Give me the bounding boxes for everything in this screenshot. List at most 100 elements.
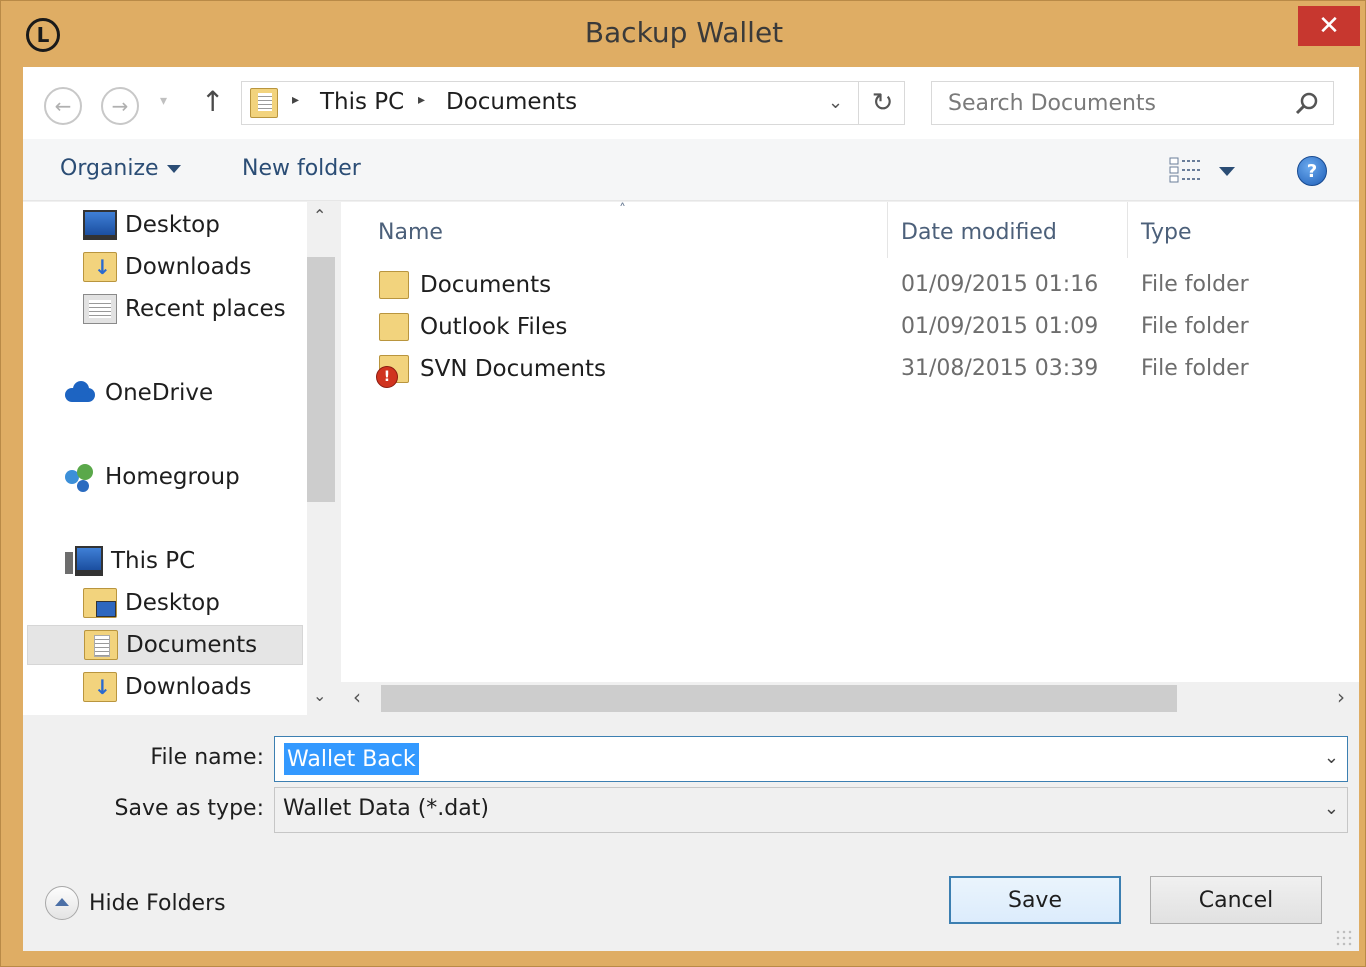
file-name-combobox[interactable]: Wallet Back ⌄ [274,736,1348,782]
sidebar-item-label: Downloads [125,674,252,700]
cancel-button[interactable]: Cancel [1150,876,1322,924]
scroll-up-icon[interactable]: ⌃ [313,206,326,225]
caret-down-icon [166,165,181,173]
file-type: File folder [1141,314,1249,339]
sidebar-item-onedrive[interactable]: OneDrive [63,373,213,413]
file-name: Outlook Files [420,314,568,340]
documents-folder-icon [84,630,118,660]
sidebar-item-this-pc[interactable]: This PC [63,541,195,581]
file-row[interactable]: Documents 01/09/2015 01:16 File folder [341,266,1359,306]
hide-folders-button[interactable]: Hide Folders [45,886,226,920]
desktop-icon [83,210,117,240]
sidebar-item-desktop[interactable]: Desktop [83,205,220,245]
command-toolbar: Organize New folder ? [23,139,1359,201]
sidebar-item-homegroup[interactable]: Homegroup [63,457,240,497]
navigation-pane-scrollbar[interactable]: ⌃ ⌄ [307,202,335,715]
homegroup-icon [63,462,97,492]
sidebar-item-label: Homegroup [105,464,240,490]
sidebar-item-label: OneDrive [105,380,214,406]
sidebar-item-label: This PC [111,548,196,574]
up-button[interactable]: ↑ [201,85,224,118]
save-as-type-select[interactable]: Wallet Data (*.dat) ⌄ [274,787,1348,833]
scroll-down-icon[interactable]: ⌄ [313,686,326,705]
sidebar-item-documents[interactable]: Documents [27,625,303,665]
close-button[interactable]: ✕ [1298,6,1360,46]
breadcrumb-documents[interactable]: Documents [446,89,577,115]
folder-icon [379,271,409,299]
sidebar-item-recent-places[interactable]: Recent places [83,289,286,329]
file-name-input[interactable]: Wallet Back [284,743,419,775]
file-type: File folder [1141,272,1249,297]
organize-menu[interactable]: Organize [60,156,181,181]
new-folder-button[interactable]: New folder [242,156,361,181]
breadcrumb-separator-icon[interactable]: ▸ [292,92,299,108]
view-options-icon[interactable] [1169,157,1203,183]
downloads-folder-icon [83,672,117,702]
file-list-horizontal-scrollbar[interactable]: ‹ › [341,682,1359,715]
refresh-button[interactable]: ↻ [858,82,906,124]
folder-icon [379,313,409,341]
desktop-folder-icon [83,588,117,618]
sidebar-item-label: Documents [126,632,258,658]
breadcrumb-this-pc[interactable]: This PC [320,89,404,115]
column-header-name[interactable]: Name [378,212,443,252]
file-date: 31/08/2015 03:39 [901,356,1099,381]
sidebar-item-label: Desktop [125,212,220,238]
sidebar-item-desktop-pc[interactable]: Desktop [83,583,220,623]
file-row[interactable]: SVN Documents 31/08/2015 03:39 File fold… [341,350,1359,390]
sidebar-item-downloads-pc[interactable]: Downloads [83,667,251,707]
column-divider[interactable] [1127,202,1128,258]
file-name: Documents [420,272,552,298]
search-input[interactable] [932,82,1282,124]
file-date: 01/09/2015 01:16 [901,272,1099,297]
downloads-folder-icon [83,252,117,282]
column-header-date-modified[interactable]: Date modified [901,212,1057,252]
save-as-type-value: Wallet Data (*.dat) [283,796,489,821]
title-bar[interactable]: L Backup Wallet ✕ [1,1,1366,67]
onedrive-icon [63,378,97,408]
file-row[interactable]: Outlook Files 01/09/2015 01:09 File fold… [341,308,1359,348]
address-dropdown-icon[interactable]: ⌄ [828,92,843,113]
search-icon[interactable] [1294,90,1320,116]
organize-label: Organize [60,156,159,181]
file-list: ˄ Name Date modified Type Documents 01/0… [341,202,1359,715]
search-box [931,81,1334,125]
navigation-pane: Desktop Downloads Recent places OneDrive… [23,202,335,715]
address-bar[interactable]: ▸ This PC ▸ Documents ⌄ ↻ [241,81,905,125]
file-name-label: File name: [150,745,264,770]
breadcrumb-separator-icon[interactable]: ▸ [418,92,425,108]
chevron-down-icon[interactable]: ⌄ [1324,747,1339,768]
sidebar-item-label: Downloads [125,254,252,280]
scroll-left-icon[interactable]: ‹ [353,685,361,709]
file-name: SVN Documents [420,356,606,382]
forward-button[interactable]: → [101,87,139,125]
hide-folders-label: Hide Folders [89,890,226,916]
file-date: 01/09/2015 01:09 [901,314,1099,339]
sidebar-item-label: Desktop [125,590,220,616]
save-as-type-label: Save as type: [114,796,265,821]
sidebar-item-downloads[interactable]: Downloads [83,247,251,287]
sidebar-item-label: Recent places [125,296,286,322]
file-type: File folder [1141,356,1249,381]
view-dropdown-icon[interactable] [1219,167,1235,176]
chevron-down-icon[interactable]: ⌄ [1324,798,1339,819]
navigation-bar: ← → ▾ ↑ ▸ This PC ▸ Documents ⌄ ↻ [23,67,1359,139]
column-divider[interactable] [887,202,888,258]
column-header-type[interactable]: Type [1141,212,1192,252]
scroll-right-icon[interactable]: › [1337,685,1345,709]
chevron-up-icon [45,886,79,920]
window-title: Backup Wallet [584,16,784,49]
resize-grip-icon[interactable] [1335,929,1353,947]
computer-icon [65,546,103,576]
help-button[interactable]: ? [1297,156,1327,186]
back-button[interactable]: ← [44,87,82,125]
scrollbar-thumb[interactable] [307,257,335,502]
documents-folder-icon [250,88,278,118]
backup-wallet-dialog: L Backup Wallet ✕ ← → ▾ ↑ ▸ This PC ▸ Do… [0,0,1366,967]
svn-conflict-folder-icon [376,355,409,388]
save-button[interactable]: Save [949,876,1121,924]
recent-places-icon [83,294,117,324]
scrollbar-thumb[interactable] [381,685,1177,712]
recent-locations-chevron-icon[interactable]: ▾ [160,93,167,109]
dialog-client-area: ← → ▾ ↑ ▸ This PC ▸ Documents ⌄ ↻ Search… [23,67,1359,951]
